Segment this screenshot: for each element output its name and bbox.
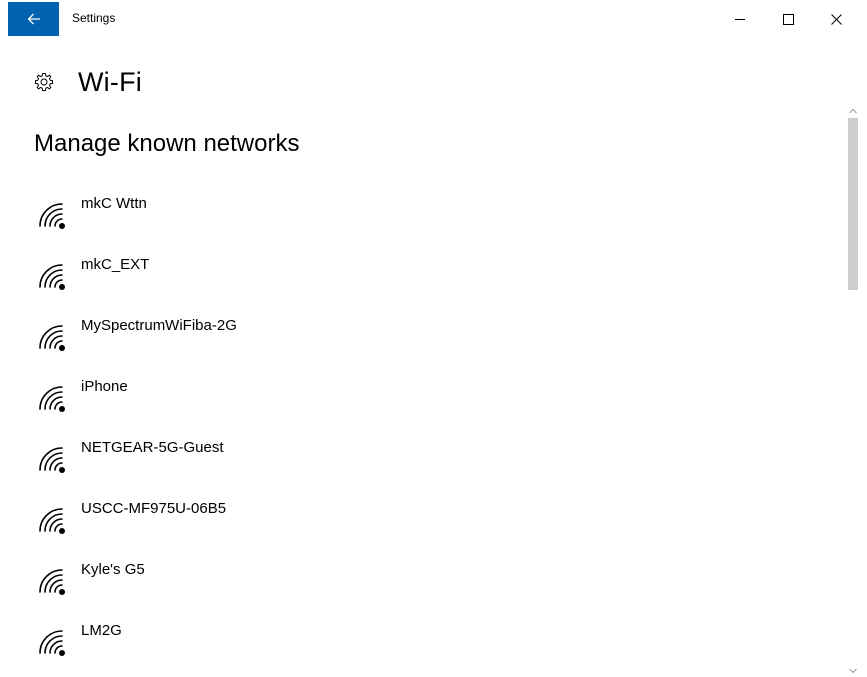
wifi-icon: [36, 566, 70, 596]
back-arrow-icon: [27, 13, 40, 25]
network-name: MySpectrumWiFiba-2G: [81, 317, 237, 334]
window-title: Settings: [72, 11, 116, 25]
title-bar: Settings: [0, 0, 867, 38]
gear-icon: [33, 71, 55, 93]
network-item[interactable]: LM2G: [34, 609, 824, 670]
scroll-up-button[interactable]: [845, 104, 861, 118]
wifi-icon: [36, 322, 70, 352]
scroll-thumb[interactable]: [848, 118, 858, 290]
wifi-icon: [36, 261, 70, 291]
wifi-icon: [36, 383, 70, 413]
scrollbar[interactable]: [845, 102, 861, 677]
known-networks-list: mkC Wttn mkC_EXT MySpectrumWiFiba-2G iPhone…: [34, 182, 824, 670]
maximize-button[interactable]: [764, 0, 812, 38]
minimize-button[interactable]: [716, 0, 764, 38]
network-item[interactable]: USCC-MF975U-06B5: [34, 487, 824, 548]
wifi-icon: [36, 627, 70, 657]
network-name: LM2G: [81, 622, 122, 639]
wifi-icon: [36, 444, 70, 474]
close-icon: [830, 13, 842, 25]
chevron-up-icon: [849, 108, 857, 114]
network-item[interactable]: Kyle's G5: [34, 548, 824, 609]
wifi-icon: [36, 200, 70, 230]
network-item[interactable]: iPhone: [34, 365, 824, 426]
page-header: Wi-Fi: [33, 62, 142, 102]
network-item[interactable]: NETGEAR-5G-Guest: [34, 426, 824, 487]
network-item[interactable]: mkC Wttn: [34, 182, 824, 243]
network-name: mkC Wttn: [81, 195, 147, 212]
network-name: NETGEAR-5G-Guest: [81, 439, 224, 456]
maximize-icon: [782, 13, 794, 25]
section-title: Manage known networks: [34, 130, 300, 157]
network-item[interactable]: mkC_EXT: [34, 243, 824, 304]
minimize-icon: [734, 18, 745, 20]
network-name: mkC_EXT: [81, 256, 150, 273]
network-item[interactable]: MySpectrumWiFiba-2G: [34, 304, 824, 365]
back-button[interactable]: [8, 2, 59, 36]
scroll-down-button[interactable]: [845, 664, 861, 677]
wifi-icon: [36, 505, 70, 535]
chevron-down-icon: [849, 668, 857, 674]
close-button[interactable]: [812, 0, 860, 38]
network-name: Kyle's G5: [81, 561, 145, 578]
network-name: USCC-MF975U-06B5: [81, 500, 227, 517]
settings-window: Settings Wi-Fi Manage known networks mkC…: [0, 0, 867, 677]
network-name: iPhone: [81, 378, 128, 395]
page-title: Wi-Fi: [78, 66, 142, 97]
